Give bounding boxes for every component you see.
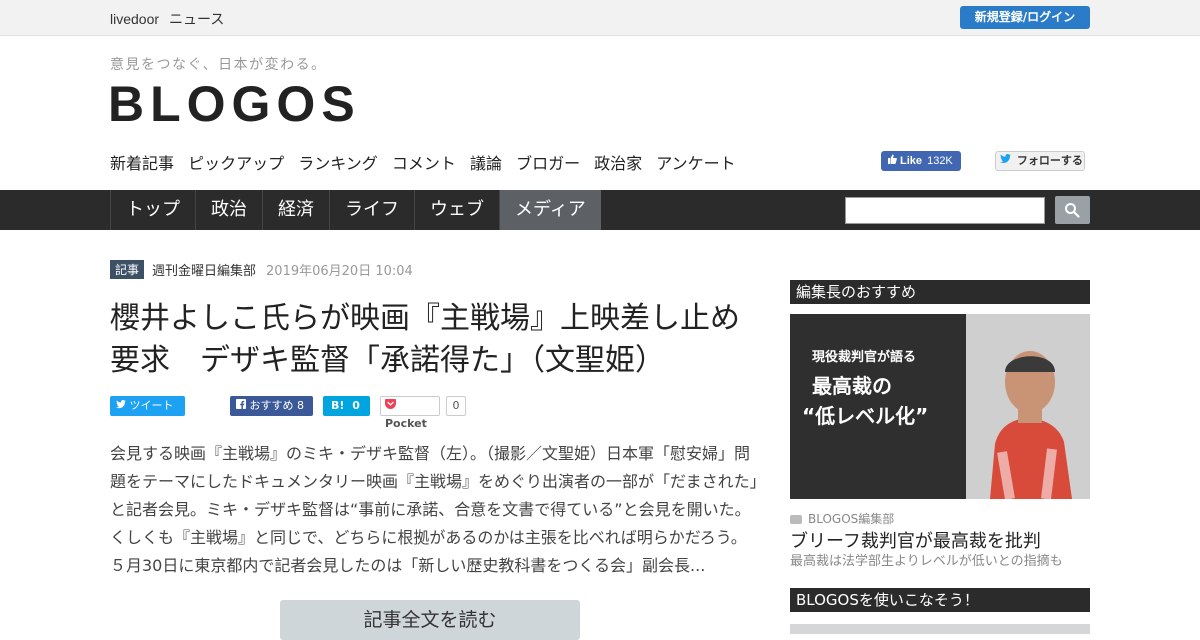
- thumbs-up-icon: [887, 151, 897, 171]
- image-caption-line3: “低レベル化”: [802, 404, 929, 428]
- image-caption-line2: 最高裁の: [812, 374, 892, 398]
- top-bar: livedoor ニュース 新規登録/ログイン: [0, 0, 1200, 36]
- nav-item-top[interactable]: トップ: [110, 190, 195, 230]
- hatena-label: B!: [331, 399, 345, 412]
- twitter-follow-label: フォローする: [1016, 154, 1083, 167]
- article-summary: 会見する映画『主戦場』のミキ・デザキ監督（左）。（撮影／文聖姫）日本軍「慰安婦」…: [110, 444, 758, 575]
- hatena-bookmark-button[interactable]: B! 0: [323, 396, 370, 416]
- fb-like-label: Like: [900, 155, 923, 167]
- search-button[interactable]: [1055, 196, 1090, 224]
- fb-recommend-count: 8: [297, 399, 304, 412]
- livedoor-label[interactable]: livedoor: [110, 11, 159, 27]
- site-tagline: 意見をつなぐ、日本が変わる。: [110, 57, 327, 73]
- editor-pick-source: BLOGOS編集部: [790, 510, 894, 527]
- subnav-item-blogger[interactable]: ブロガー: [516, 154, 580, 173]
- subnav-item-pickup[interactable]: ピックアップ: [188, 154, 284, 173]
- nav-item-media[interactable]: メディア: [499, 190, 601, 230]
- subnav-item-debate[interactable]: 議論: [470, 154, 502, 173]
- register-login-button[interactable]: 新規登録/ログイン: [960, 6, 1090, 29]
- article-title[interactable]: 櫻井よしこ氏らが映画『主戦場』上映差し止め要求 デザキ監督「承諾得た」（文聖姫）: [110, 298, 760, 382]
- usage-guide-heading: BLOGOSを使いこなそう！: [790, 588, 1090, 612]
- fb-like-count: 132K: [927, 155, 953, 167]
- tweet-label: ツイート: [129, 399, 174, 412]
- nav-item-politics[interactable]: 政治: [195, 190, 262, 230]
- sub-navigation: 新着記事 ピックアップ ランキング コメント 議論 ブロガー 政治家 アンケート: [110, 150, 745, 174]
- nav-item-economy[interactable]: 経済: [262, 190, 329, 230]
- subnav-item-ranking[interactable]: ランキング: [298, 154, 378, 173]
- facebook-icon: [236, 399, 250, 412]
- search-icon: [1065, 203, 1080, 218]
- twitter-follow-button[interactable]: フォローする: [995, 151, 1085, 171]
- subnav-item-politician[interactable]: 政治家: [594, 154, 642, 173]
- camera-icon: [790, 515, 802, 524]
- facebook-recommend-button[interactable]: おすすめ 8: [230, 396, 313, 416]
- article-meta: 記事 週刊金曜日編集部 2019年06月20日 10:04: [110, 259, 413, 279]
- blogos-logo[interactable]: BLOGOS: [108, 76, 361, 132]
- twitter-bird-icon: [1000, 154, 1015, 167]
- subnav-item-survey[interactable]: アンケート: [656, 154, 735, 173]
- pocket-label: Pocket: [385, 417, 427, 430]
- search-input[interactable]: [845, 197, 1045, 224]
- editor-pick-image[interactable]: 現役裁判官が語る 最高裁の “低レベル化”: [790, 314, 1090, 499]
- nav-item-web[interactable]: ウェブ: [414, 190, 499, 230]
- subnav-item-new[interactable]: 新着記事: [110, 154, 174, 173]
- news-label[interactable]: ニュース: [169, 11, 224, 27]
- fb-recommend-label: おすすめ: [249, 399, 294, 412]
- pocket-icon: [385, 399, 396, 412]
- nav-item-life[interactable]: ライフ: [329, 190, 414, 230]
- source-label: BLOGOS編集部: [808, 512, 895, 526]
- pocket-button[interactable]: Pocket: [380, 396, 440, 430]
- hatena-count: 0: [352, 399, 360, 412]
- livedoor-news-brand[interactable]: livedoor ニュース: [110, 9, 234, 29]
- read-full-article-button[interactable]: 記事全文を読む: [280, 600, 580, 640]
- article-date: 2019年06月20日 10:04: [266, 263, 413, 279]
- editor-pick-description: 最高裁は法学部生よりレベルが低いとの指摘も: [790, 554, 1063, 569]
- facebook-like-button[interactable]: Like 132K: [881, 151, 961, 171]
- article-tag: 記事: [110, 259, 145, 279]
- article-author[interactable]: 週刊金曜日編集部: [152, 260, 256, 279]
- editor-pick-heading: 編集長のおすすめ: [790, 280, 1090, 304]
- image-caption-line1: 現役裁判官が語る: [812, 350, 917, 365]
- subnav-item-comment[interactable]: コメント: [392, 154, 456, 173]
- usage-guide-image[interactable]: [790, 624, 1090, 634]
- pocket-count: 0: [446, 396, 466, 416]
- tweet-button[interactable]: ツイート: [110, 396, 185, 416]
- twitter-bird-icon: [116, 399, 130, 412]
